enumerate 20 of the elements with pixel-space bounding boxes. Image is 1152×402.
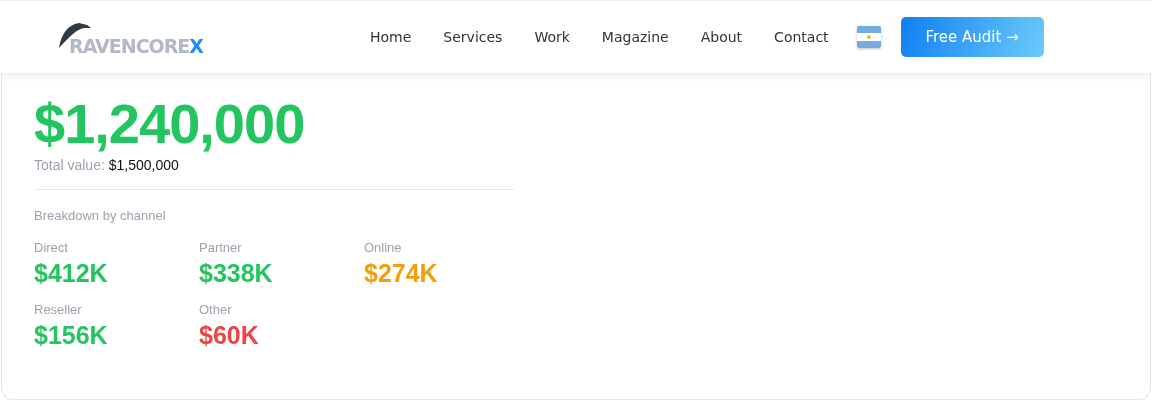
channel-value: $60K <box>199 321 260 350</box>
channel-label: Direct <box>34 240 69 255</box>
breakdown-heading: Breakdown by channel <box>34 208 167 223</box>
channel-label: Partner <box>199 240 243 255</box>
channel-value: $156K <box>34 321 109 350</box>
flag-icon[interactable] <box>856 26 881 48</box>
nav-link[interactable]: Home <box>354 29 428 45</box>
nav-link[interactable]: Services <box>427 29 519 45</box>
channel-label: Other <box>199 302 233 317</box>
channel-label: Online <box>364 240 403 255</box>
total-amount: $1,240,000 <box>34 93 306 155</box>
channel-value: $274K <box>364 259 439 288</box>
nav-link[interactable]: Contact <box>758 29 845 45</box>
channel-value: $412K <box>34 259 109 288</box>
channel-value: $338K <box>199 259 274 288</box>
nav-link[interactable]: Work <box>518 29 586 45</box>
nav-link[interactable]: Magazine <box>585 29 685 45</box>
channel-label: Reseller <box>34 302 83 317</box>
total-value-text: Total value: $1,500,000 <box>34 157 180 173</box>
nav-link[interactable]: About <box>684 29 759 45</box>
